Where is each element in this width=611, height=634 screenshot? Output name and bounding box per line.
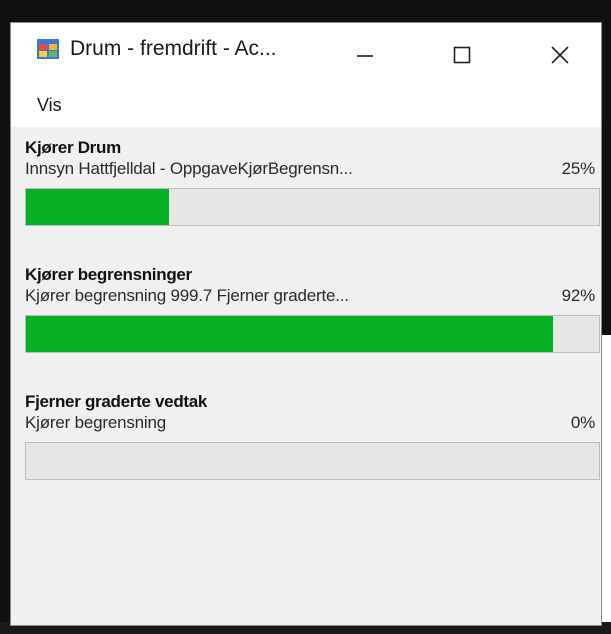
maximize-icon (453, 46, 471, 64)
task-progress-fill (26, 189, 170, 225)
task-progress-fill (26, 316, 554, 352)
task-percent: 25% (561, 159, 596, 178)
task-panel: Kjører begrensninger Kjører begrensning … (25, 264, 600, 353)
task-title: Kjører Drum (25, 138, 121, 157)
task-detail: Kjører begrensning (25, 413, 166, 432)
task-detail-row: Kjører begrensning 999.7 Fjerner gradert… (25, 286, 599, 310)
close-icon (551, 46, 569, 64)
task-panel: Kjører Drum Innsyn Hattfjelldal - Oppgav… (25, 137, 600, 226)
task-percent: 0% (570, 413, 595, 432)
task-title: Fjerner graderte vedtak (25, 392, 208, 411)
menu-bar: Vis (11, 87, 601, 128)
window-title: Drum - fremdrift - Ac... (70, 37, 277, 60)
task-detail: Kjører begrensning 999.7 Fjerner gradert… (25, 286, 349, 305)
task-progress-bar (25, 188, 600, 226)
task-detail-row: Innsyn Hattfjelldal - OppgaveKjørBegrens… (25, 159, 599, 183)
minimize-icon (357, 55, 373, 57)
task-panel: Fjerner graderte vedtak Kjører begrensni… (25, 391, 600, 480)
maximize-button[interactable] (431, 23, 493, 87)
title-bar[interactable]: Drum - fremdrift - Ac... (11, 23, 601, 87)
app-window-icon (37, 39, 59, 59)
task-detail: Innsyn Hattfjelldal - OppgaveKjørBegrens… (25, 159, 353, 178)
menu-item-vis[interactable]: Vis (37, 95, 62, 116)
task-detail-row: Kjører begrensning 0% (25, 413, 599, 437)
progress-window: Drum - fremdrift - Ac... Vis Kjører Drum… (10, 22, 602, 626)
task-title: Kjører begrensninger (25, 265, 192, 284)
task-percent: 92% (561, 286, 596, 305)
task-progress-bar (25, 315, 600, 353)
task-progress-bar (25, 442, 600, 480)
minimize-button[interactable] (334, 23, 396, 87)
close-button[interactable] (529, 23, 591, 87)
